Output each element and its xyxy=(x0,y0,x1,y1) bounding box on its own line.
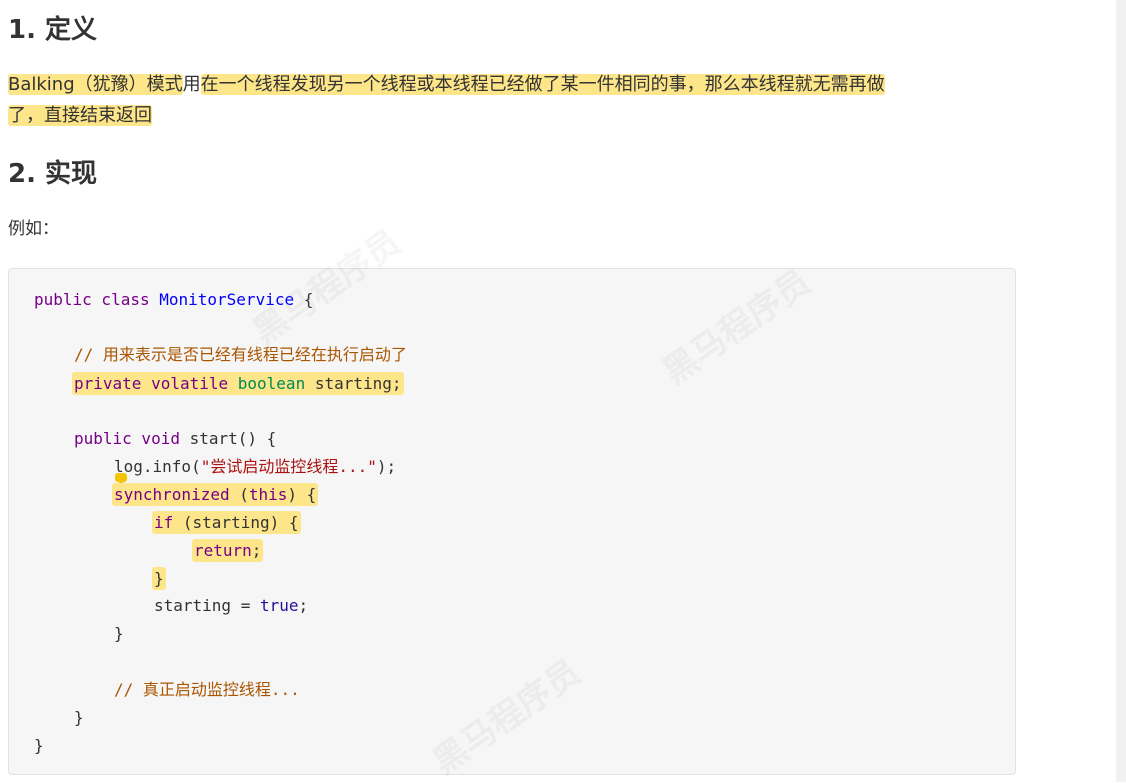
code-text: ); xyxy=(376,457,397,476)
code-text: { xyxy=(294,290,314,309)
code-keyword: public class xyxy=(34,290,160,309)
code-line-12: starting = true; xyxy=(154,593,308,619)
definition-text-line2: 了，直接结束返回 xyxy=(8,105,152,126)
code-atom: true xyxy=(259,596,299,615)
code-line-15: // 真正启动监控线程... xyxy=(114,677,300,703)
code-text: } xyxy=(154,569,164,588)
code-text: } xyxy=(114,624,124,643)
code-text: log.info( xyxy=(114,457,201,476)
scrollbar[interactable] xyxy=(1116,0,1126,782)
code-text: } xyxy=(34,736,44,755)
code-highlight: } xyxy=(152,567,166,590)
code-block[interactable]: public class MonitorService { // 用来表示是否已… xyxy=(8,268,1016,775)
heading-implementation: 2. 实现 xyxy=(8,159,98,189)
definition-text-part2: 用 xyxy=(182,74,201,95)
code-highlight: return; xyxy=(192,539,264,562)
code-keyword: private volatile xyxy=(74,374,238,393)
code-text: ) { xyxy=(287,485,317,504)
code-line-10: return; xyxy=(192,538,264,564)
code-line-6: public void start() { xyxy=(74,426,276,452)
definition-text-part3: 在一个线程发现另一个线程或本线程已经做了某一件相同的事，那么本线程就无需再做 xyxy=(200,74,885,95)
code-text: ; xyxy=(298,596,309,615)
heading-definition: 1. 定义 xyxy=(8,15,98,45)
code-text: } xyxy=(74,708,84,727)
code-text: ; xyxy=(251,541,262,560)
code-line-17: } xyxy=(34,733,44,759)
code-line-4: private volatile boolean starting; xyxy=(72,371,404,397)
code-keyword: this xyxy=(248,485,288,504)
example-intro: 例如： xyxy=(8,219,59,239)
code-line-3: // 用来表示是否已经有线程已经在执行启动了 xyxy=(74,342,407,368)
code-line-13: } xyxy=(114,621,124,647)
code-line-16: } xyxy=(74,705,84,731)
code-line-9: if (starting) { xyxy=(152,510,301,536)
code-line-1: public class MonitorService { xyxy=(34,287,313,313)
code-keyword: public void xyxy=(74,429,190,448)
code-comment: // 真正启动监控线程... xyxy=(114,680,300,699)
code-string: "尝试启动监控线程..." xyxy=(200,457,377,476)
code-class-name: MonitorService xyxy=(159,290,295,309)
code-comment: // 用来表示是否已经有线程已经在执行启动了 xyxy=(74,345,407,364)
code-highlight: private volatile boolean starting; xyxy=(72,372,404,395)
code-text: start() { xyxy=(189,429,277,448)
code-keyword: synchronized xyxy=(114,485,230,504)
code-highlight: if (starting) { xyxy=(152,511,301,534)
code-line-11: } xyxy=(152,566,166,592)
code-keyword: if xyxy=(154,513,174,532)
code-text: (starting) { xyxy=(173,513,299,532)
definition-text-part1: Balking（犹豫）模式 xyxy=(8,74,183,95)
code-text: starting = xyxy=(154,596,260,615)
comment-note-icon[interactable] xyxy=(115,473,127,485)
code-text: starting; xyxy=(305,374,402,393)
code-highlight: synchronized (this) { xyxy=(112,483,319,506)
code-text: ( xyxy=(229,485,249,504)
definition-paragraph-line2: 了，直接结束返回 xyxy=(8,101,152,131)
code-keyword: return xyxy=(194,541,252,560)
code-line-7: log.info("尝试启动监控线程..."); xyxy=(114,454,396,480)
code-line-8: synchronized (this) { xyxy=(112,482,319,508)
code-type: boolean xyxy=(237,374,306,393)
definition-paragraph: Balking（犹豫）模式用在一个线程发现另一个线程或本线程已经做了某一件相同的… xyxy=(8,70,885,100)
